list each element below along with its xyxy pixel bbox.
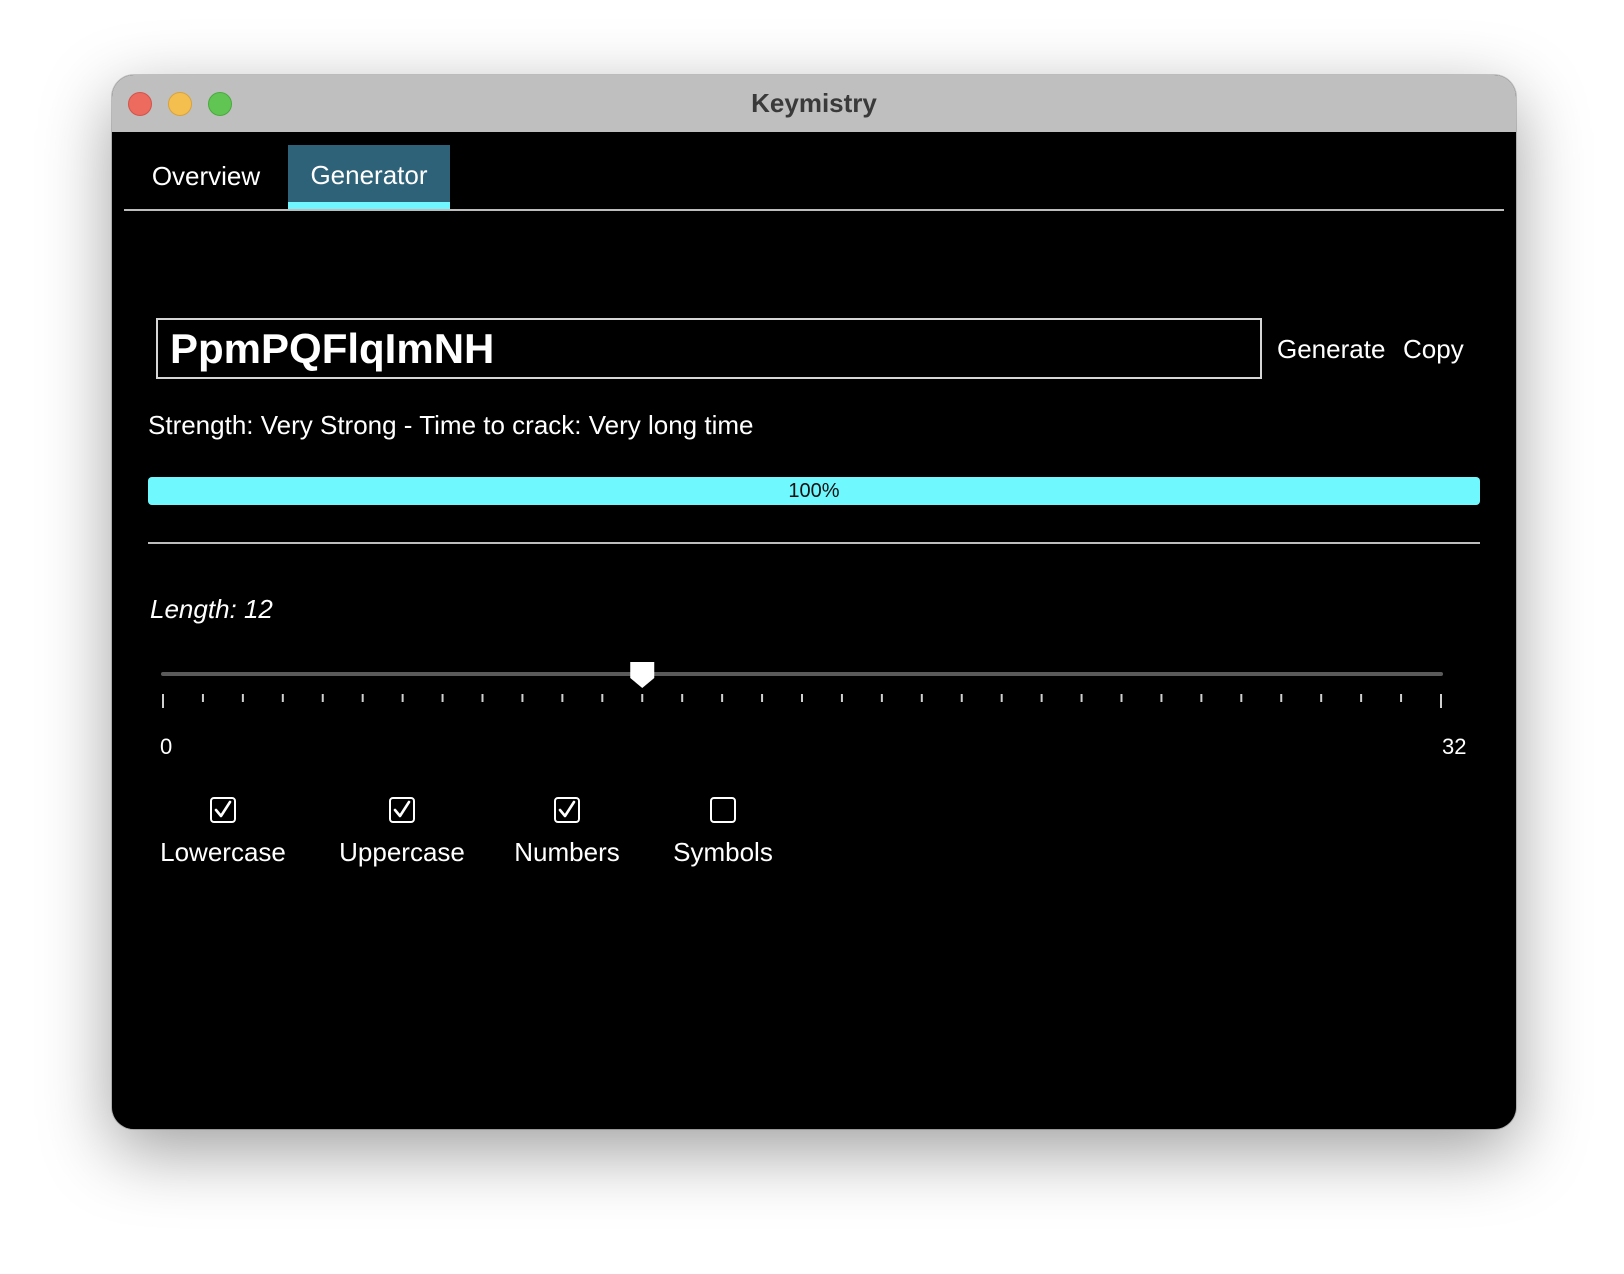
numbers-checkbox-box[interactable] — [554, 797, 580, 823]
strength-label: Strength: Very Strong - Time to crack: V… — [148, 410, 754, 440]
checkmark-icon — [393, 800, 411, 818]
generate-button[interactable]: Generate — [1277, 326, 1385, 372]
symbols-label: Symbols — [673, 837, 773, 867]
tab-bar: Overview Generator — [124, 132, 1504, 211]
lowercase-checkbox[interactable]: Lowercase — [148, 797, 298, 868]
section-divider — [148, 542, 1480, 544]
character-options: Lowercase Uppercase Numbers Symbols — [148, 797, 848, 887]
uppercase-label: Uppercase — [339, 837, 465, 867]
slider-max-label: 32 — [1442, 734, 1467, 759]
main-content: Overview Generator PpmPQFlqImNH Generate… — [112, 132, 1516, 1129]
password-field[interactable]: PpmPQFlqImNH — [156, 318, 1262, 379]
lowercase-checkbox-box[interactable] — [210, 797, 236, 823]
lowercase-label: Lowercase — [160, 837, 286, 867]
tab-overview[interactable]: Overview — [136, 145, 276, 209]
length-slider-graphic[interactable] — [156, 652, 1466, 732]
window-title: Keymistry — [751, 88, 877, 118]
length-label: Length: 12 — [150, 594, 273, 624]
slider-min-label: 0 — [160, 734, 173, 759]
numbers-checkbox[interactable]: Numbers — [502, 797, 632, 868]
strength-progress-label: 100% — [788, 480, 840, 502]
copy-button[interactable]: Copy — [1403, 326, 1464, 372]
checkmark-icon — [214, 800, 232, 818]
uppercase-checkbox[interactable]: Uppercase — [322, 797, 482, 868]
checkmark-path — [214, 800, 232, 818]
password-value: PpmPQFlqImNH — [170, 325, 495, 372]
app-window: Keymistry Overview Generator PpmPQFlqImN… — [112, 75, 1516, 1129]
strength-progress-bar: 100% — [148, 477, 1480, 505]
tab-generator[interactable]: Generator — [288, 145, 450, 209]
checkmark-path — [558, 800, 576, 818]
checkmark-path — [393, 800, 411, 818]
numbers-label: Numbers — [514, 837, 620, 867]
symbols-checkbox[interactable]: Symbols — [658, 797, 788, 868]
title-bar[interactable]: Keymistry — [112, 75, 1516, 132]
checkmark-icon — [558, 800, 576, 818]
symbols-checkbox-box[interactable] — [710, 797, 736, 823]
slider-handle[interactable] — [630, 662, 655, 688]
length-slider[interactable]: 0 32 — [156, 652, 1466, 759]
uppercase-checkbox-box[interactable] — [389, 797, 415, 823]
